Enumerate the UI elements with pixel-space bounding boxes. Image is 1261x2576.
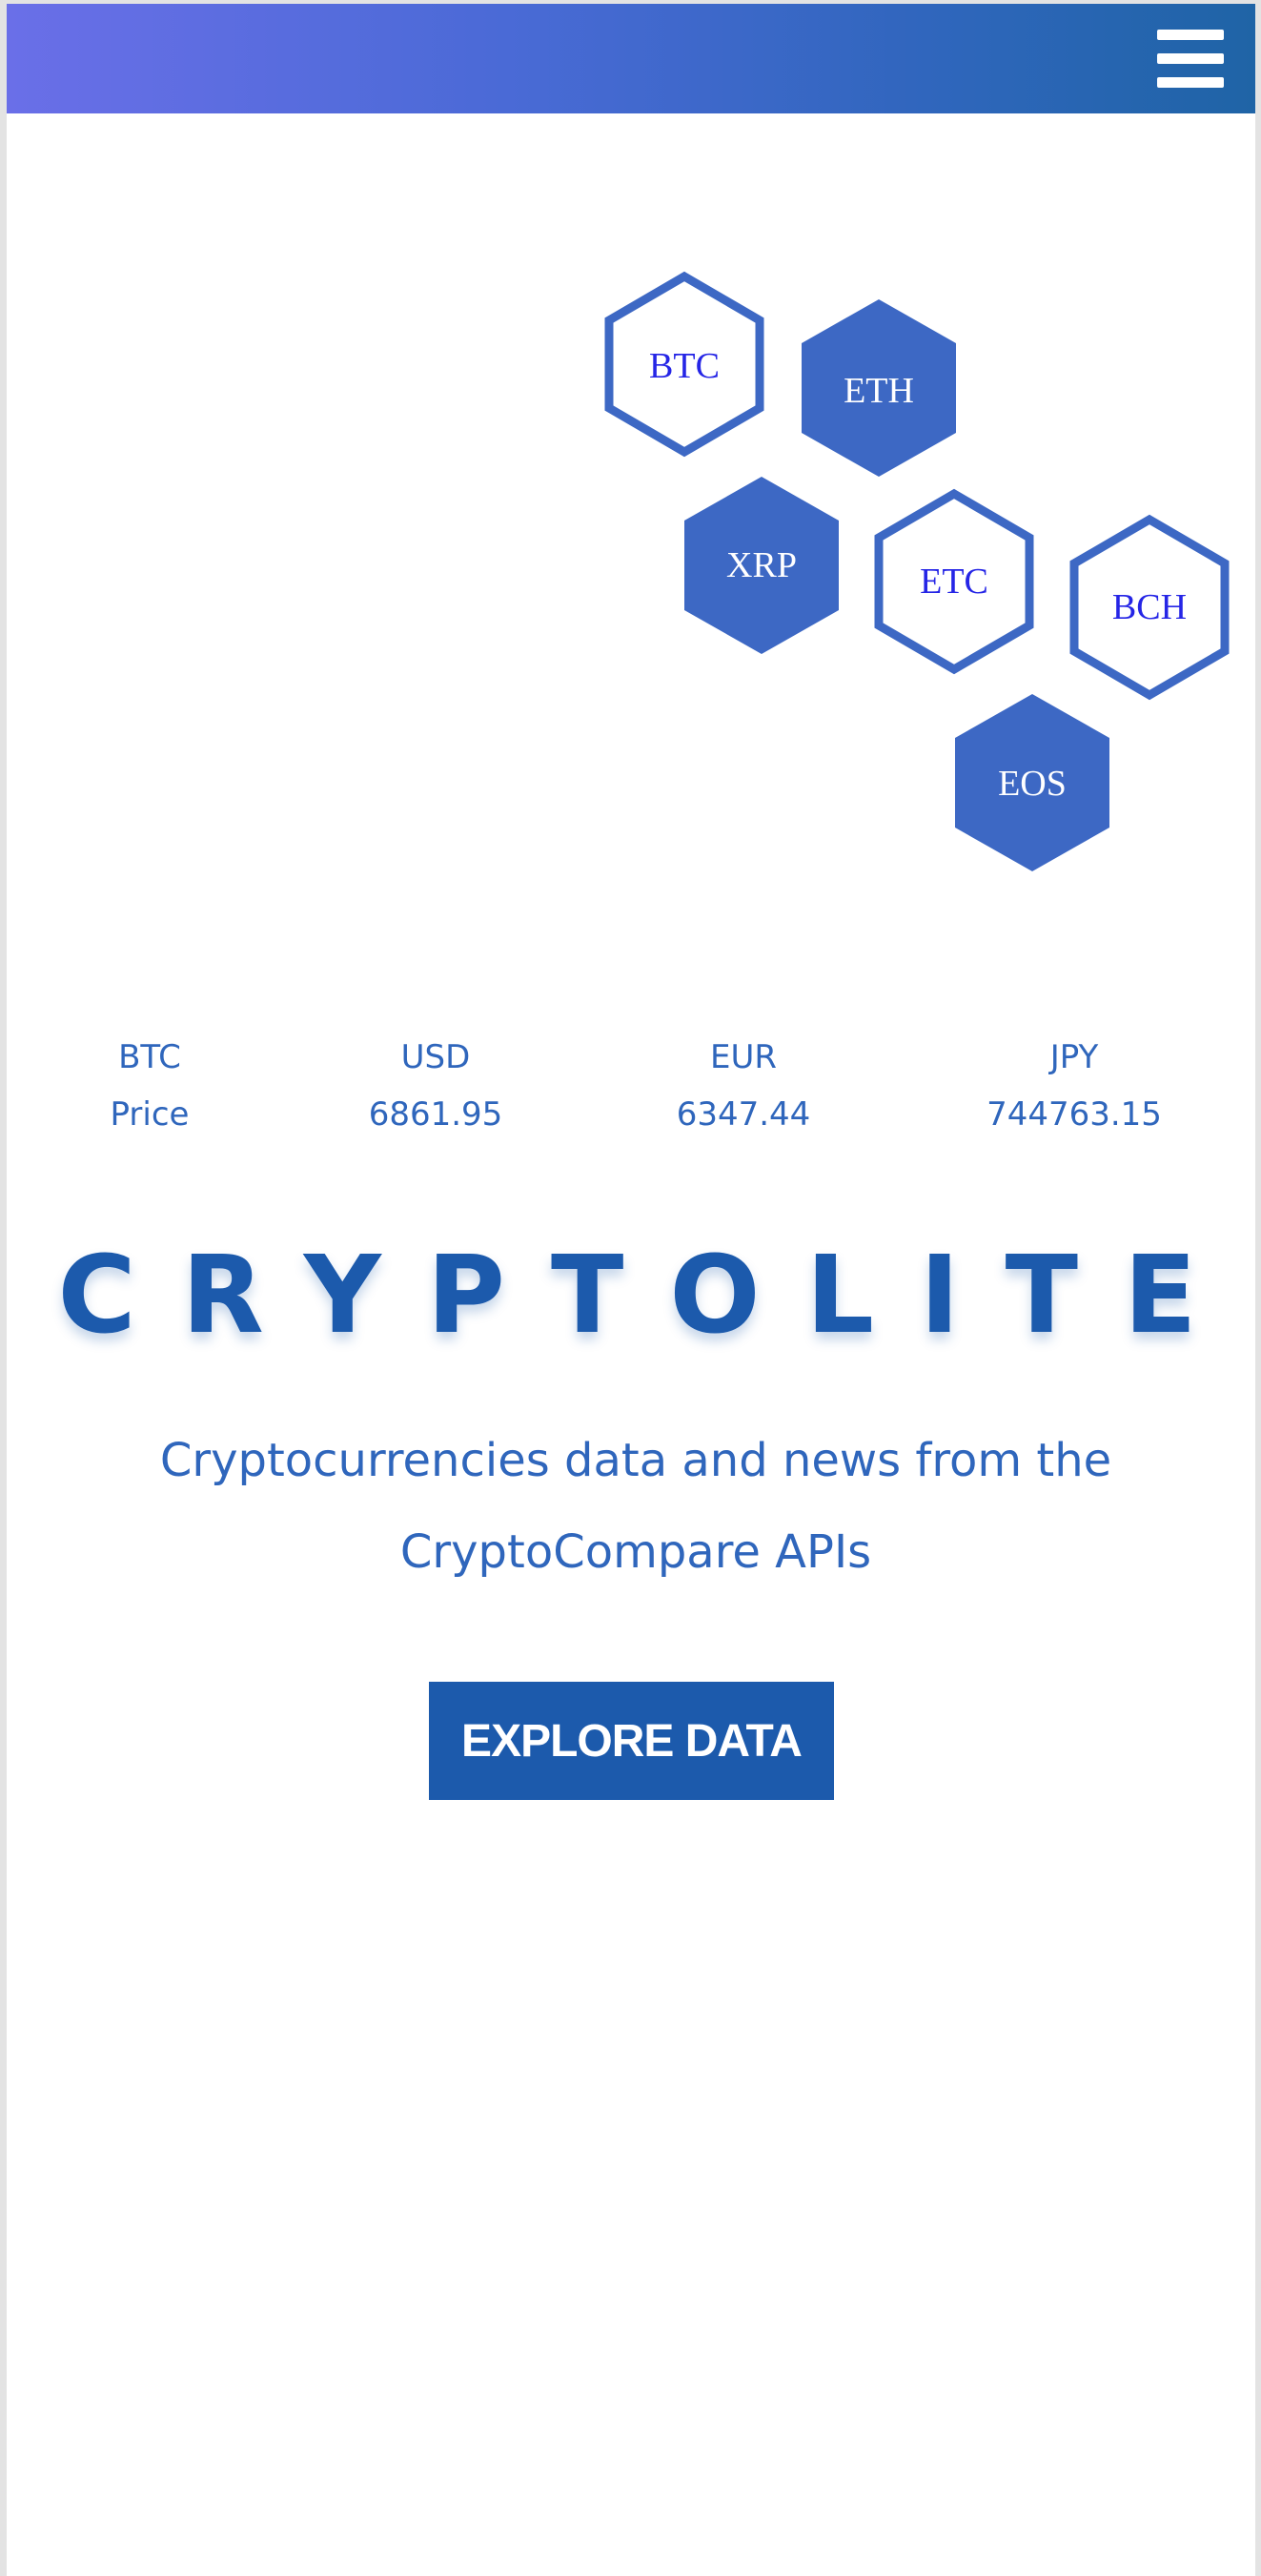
price-label-top: BTC xyxy=(118,1038,181,1076)
currency-value: 6347.44 xyxy=(676,1095,811,1134)
hero-tagline: Cryptocurrencies data and news from the … xyxy=(159,1434,1112,1579)
coin-hex-eth[interactable]: ETH xyxy=(802,299,956,477)
price-column-eur: EUR 6347.44 xyxy=(643,1029,844,1143)
price-column-usd: USD 6861.95 xyxy=(336,1029,536,1143)
currency-code: EUR xyxy=(710,1038,777,1076)
currency-code: USD xyxy=(400,1038,471,1076)
coin-hex-etc[interactable]: ETC xyxy=(874,488,1034,675)
coin-hex-label: ETH xyxy=(844,371,914,411)
coin-hex-eos[interactable]: EOS xyxy=(955,694,1109,871)
currency-value: 744763.15 xyxy=(986,1095,1162,1134)
coin-hex-label: EOS xyxy=(998,764,1067,804)
btc-price-ticker: BTC Price USD 6861.95 EUR 6347.44 JPY 74… xyxy=(7,1029,1255,1143)
coin-hex-btc[interactable]: BTC xyxy=(604,271,764,458)
price-column-jpy: JPY 744763.15 xyxy=(950,1029,1198,1143)
brand-title: CRYPTOLITE xyxy=(57,1234,1243,1358)
coin-hex-label: BTC xyxy=(649,346,720,386)
coin-hexagon-cluster: BTC ETH XRP ETC BCH EOS xyxy=(604,271,1230,871)
currency-code: JPY xyxy=(1049,1038,1099,1076)
currency-value: 6861.95 xyxy=(368,1095,503,1134)
coin-hex-xrp[interactable]: XRP xyxy=(684,477,839,654)
coin-hex-label: XRP xyxy=(726,545,797,585)
price-label-column: BTC Price xyxy=(83,1029,216,1143)
page: BTC ETH XRP ETC BCH EOS BTC Price USD 68… xyxy=(7,4,1255,2576)
coin-hex-bch[interactable]: BCH xyxy=(1069,514,1230,701)
coin-hex-label: BCH xyxy=(1112,587,1187,627)
coin-hex-label: ETC xyxy=(920,562,988,602)
explore-data-button[interactable]: EXPLORE DATA xyxy=(429,1682,834,1800)
price-label-bottom: Price xyxy=(110,1095,190,1134)
